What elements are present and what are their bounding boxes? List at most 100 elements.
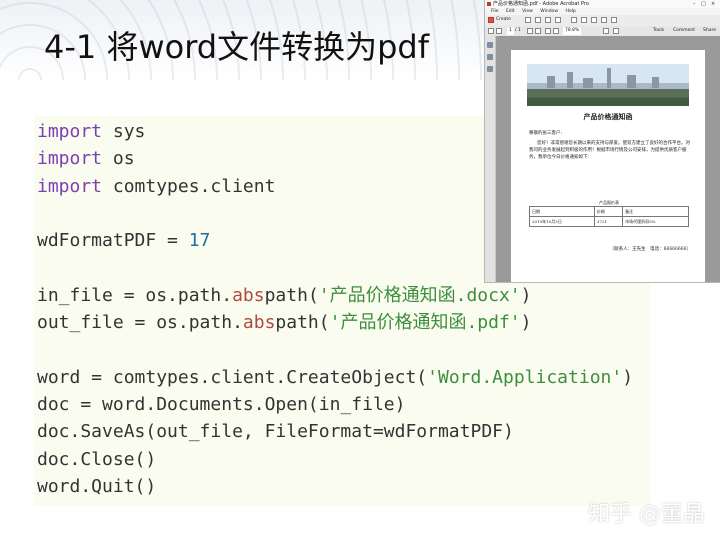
menu-file[interactable]: File [491,9,499,14]
building-shape [547,76,555,88]
code-token: doc.SaveAs(out_file, FileFormat=wdFormat… [37,421,514,443]
code-token: in_file = os.path. [37,284,233,306]
pdf-page: 产品价格通知函 尊敬的张三客户: 您好！非常感谢您长期以来的支持与厚爱。使双方建… [511,50,705,282]
pdf-contact-line: （联系人：王先生 电话：66666666） [609,247,691,252]
code-line: word = comtypes.client.CreateObject('Wor… [37,366,633,390]
share-panel-tab[interactable]: Share [703,27,716,35]
acrobat-window: 产品价格通知函.pdf - Adobe Acrobat Pro – □ × Fi… [484,0,720,283]
code-token: path( [264,284,319,306]
acrobat-navigation-pane [485,36,496,282]
code-token: path( [275,312,330,334]
city-skyline-image [527,64,689,106]
code-token: doc = word.Documents.Open(in_file) [37,394,406,415]
code-token: ) [520,284,532,306]
hand-tool-icon[interactable] [535,28,541,34]
tower-shape [607,68,611,88]
building-shape [652,77,659,88]
comment-panel-tab[interactable]: Comment [673,27,695,35]
code-line: doc = word.Documents.Open(in_file) [37,393,405,417]
code-token: 17 [188,230,211,252]
page-thumbnails-icon[interactable] [487,42,493,48]
code-line: word.Quit() [37,475,156,499]
print-icon[interactable] [545,17,551,23]
table-header-price: 价格 [593,206,624,217]
slide-title: 4-1 将word文件转换为pdf [44,28,429,66]
create-button[interactable]: Create [496,16,511,24]
building-shape [583,78,593,88]
menu-window[interactable]: Window [540,9,558,14]
stamp-icon[interactable] [611,17,617,23]
code-token: import [37,148,103,170]
settings-icon[interactable] [571,17,577,23]
table-header-note: 备注 [622,206,689,217]
code-line: import comtypes.client [37,175,275,199]
table-cell-date: 2019年10月5日 [529,216,595,227]
zoom-in-icon[interactable] [553,28,559,34]
watermark-text: 知乎 @董晶 [588,502,705,527]
select-tool-icon[interactable] [527,28,533,34]
table-header-date: 日期 [529,206,595,217]
fit-width-icon[interactable] [613,28,619,34]
code-token: '产品价格通知函.pdf' [329,312,521,334]
code-token: word.Quit() [37,475,157,497]
building-shape [627,75,636,88]
code-token: import [37,175,103,197]
code-token: ) [622,366,634,388]
minimize-icon[interactable]: – [693,0,696,8]
code-line: wdFormatPDF = 17 [37,229,210,253]
code-line: doc.SaveAs(out_file, FileFormat=wdFormat… [37,420,514,444]
fit-page-icon[interactable] [603,28,609,34]
close-icon[interactable]: × [711,0,715,8]
acrobat-titlebar: 产品价格通知函.pdf - Adobe Acrobat Pro – □ × [485,0,720,8]
code-token: out_file = os.path. [37,312,243,334]
pdf-heading: 产品价格通知函 [583,112,633,121]
table-cell-price: 3721 [593,216,624,227]
code-token: doc.Close() [37,448,157,470]
code-token: 'Word.Application' [427,366,623,388]
page-number-input[interactable]: 1 [507,27,514,35]
price-table: 产品报价表 日期 价格 备注 2019年10月5日 3721 市场代理折扣5% [529,200,689,227]
table-caption: 产品报价表 [599,200,619,205]
code-token: import [37,121,103,142]
code-token: os [102,148,135,170]
tools-panel-tab[interactable]: Tools [653,27,664,35]
acrobat-menubar: File Edit View Window Help [485,8,720,15]
attachments-icon[interactable] [487,66,493,72]
bookmarks-icon[interactable] [487,54,493,60]
code-token: abs [232,284,265,306]
code-token: ) [520,312,532,334]
open-icon[interactable] [525,17,531,23]
page-total: / 1 [515,28,521,33]
menu-view[interactable]: View [522,9,533,14]
building-shape [567,72,573,88]
code-line: doc.Close() [37,448,156,472]
code-token: sys [102,121,146,142]
code-token: abs [242,312,276,334]
acrobat-app-icon [487,2,491,6]
pdf-body-text: 您好！非常感谢您长期以来的支持与厚爱。使双方建立了良好的合作平台。对我司的业务发… [529,141,690,160]
code-token: '产品价格通知函.docx' [318,284,521,306]
menu-edit[interactable]: Edit [506,9,515,14]
code-line: in_file = os.path.abspath('产品价格通知函.docx'… [37,284,531,308]
code-token: comtypes.client [102,175,276,197]
create-icon [488,17,494,23]
code-line: import os [37,147,135,171]
comment-icon[interactable] [581,17,587,23]
table-row: 2019年10月5日 3721 市场代理折扣5% [529,216,689,227]
code-line: import sys [37,120,145,144]
window-title: 产品价格通知函.pdf - Adobe Acrobat Pro [493,1,589,7]
maximize-icon[interactable]: □ [701,0,706,8]
page-up-icon[interactable] [488,28,494,34]
zoom-out-icon[interactable] [545,28,551,34]
code-token: word = comtypes.client.CreateObject( [37,366,428,388]
page-down-icon[interactable] [496,28,502,34]
zoom-level-select[interactable]: 78.8% [563,27,582,35]
code-line: out_file = os.path.abspath('产品价格通知函.pdf'… [37,311,531,335]
acrobat-document-viewer[interactable]: 产品价格通知函 尊敬的张三客户: 您好！非常感谢您长期以来的支持与厚爱。使双方建… [496,36,720,282]
menu-help[interactable]: Help [565,9,575,14]
email-icon[interactable] [555,17,561,23]
sign-icon[interactable] [601,17,607,23]
share-icon[interactable] [591,17,597,23]
table-cell-note: 市场代理折扣5% [622,216,689,227]
save-icon[interactable] [535,17,541,23]
